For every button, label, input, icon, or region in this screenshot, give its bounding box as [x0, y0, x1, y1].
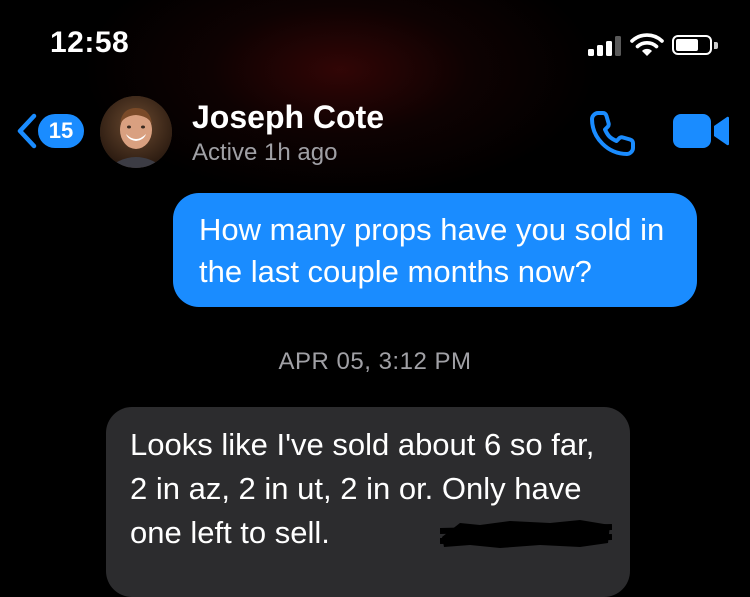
video-camera-icon[interactable] — [672, 112, 730, 150]
redaction-scribble — [440, 520, 612, 548]
incoming-message-bubble[interactable]: Looks like I've sold about 6 so far, 2 i… — [106, 407, 630, 597]
unread-count-badge[interactable]: 15 — [38, 114, 84, 148]
avatar[interactable] — [100, 96, 172, 168]
outgoing-message-bubble[interactable]: How many props have you sold in the last… — [173, 193, 697, 307]
status-time: 12:58 — [50, 26, 130, 59]
contact-status: Active 1h ago — [192, 139, 338, 166]
phone-icon[interactable] — [588, 108, 638, 158]
cellular-signal-icon — [588, 36, 622, 56]
battery-icon — [672, 35, 720, 57]
chevron-left-icon[interactable] — [16, 113, 38, 149]
message-timestamp: APR 05, 3:12 PM — [278, 348, 472, 375]
wifi-icon — [630, 33, 664, 56]
contact-name[interactable]: Joseph Cote — [192, 99, 384, 136]
